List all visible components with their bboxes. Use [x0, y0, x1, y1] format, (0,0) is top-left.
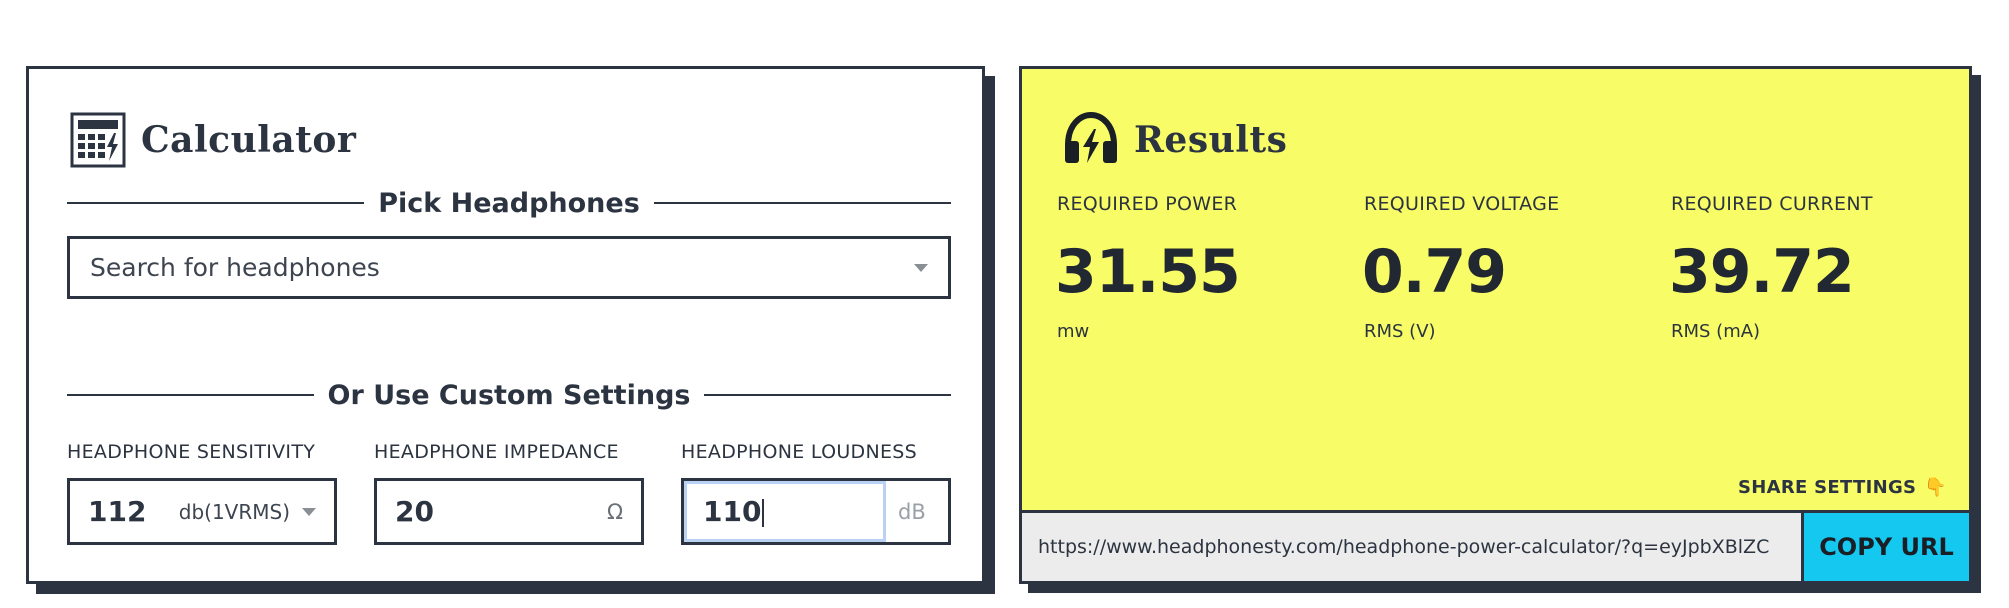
sensitivity-value[interactable]: 112: [88, 495, 179, 528]
headphones-bolt-icon: [1065, 111, 1117, 163]
required-voltage-label: REQUIRED VOLTAGE: [1364, 193, 1560, 215]
results-header: Results: [1062, 111, 1287, 169]
loudness-value[interactable]: 110: [703, 495, 761, 528]
custom-settings-divider: Or Use Custom Settings: [67, 379, 952, 411]
required-voltage-unit: RMS (V): [1364, 321, 1436, 342]
divider-line: [653, 202, 951, 204]
share-settings-label: SHARE SETTINGS: [1737, 477, 1917, 498]
chevron-down-icon[interactable]: [914, 263, 928, 272]
search-placeholder: Search for headphones: [90, 253, 380, 282]
loudness-focused-input[interactable]: 110: [684, 481, 886, 542]
required-power-unit: mw: [1057, 321, 1090, 342]
custom-settings-heading: Or Use Custom Settings: [327, 379, 691, 411]
calculator-header: Calculator: [69, 111, 356, 169]
impedance-value[interactable]: 20: [395, 495, 607, 528]
required-power-value: 31.55: [1055, 237, 1241, 307]
required-current-label: REQUIRED CURRENT: [1671, 193, 1873, 215]
divider-line: [704, 394, 952, 396]
share-url-text[interactable]: https://www.headphonesty.com/headphone-p…: [1038, 536, 1769, 558]
copy-url-button[interactable]: COPY URL: [1801, 513, 1969, 581]
results-card: Results REQUIRED POWER 31.55 mw REQUIRED…: [1019, 66, 1972, 584]
required-current-unit: RMS (mA): [1671, 321, 1761, 342]
impedance-input[interactable]: 20 Ω: [374, 478, 644, 545]
text-cursor: [762, 499, 765, 527]
headphone-search-select[interactable]: Search for headphones: [67, 236, 951, 299]
impedance-unit: Ω: [606, 499, 623, 524]
chevron-down-icon[interactable]: [302, 507, 316, 516]
impedance-label: HEADPHONE IMPEDANCE: [374, 441, 619, 463]
sensitivity-unit-select[interactable]: db(1VRMS): [179, 500, 290, 524]
required-voltage-value: 0.79: [1362, 237, 1507, 307]
share-url-row: https://www.headphonesty.com/headphone-p…: [1022, 510, 1969, 581]
loudness-unit: dB: [898, 499, 926, 524]
results-title: Results: [1134, 119, 1288, 161]
required-power-label: REQUIRED POWER: [1057, 193, 1238, 215]
share-url-field[interactable]: https://www.headphonesty.com/headphone-p…: [1022, 513, 1801, 581]
calculator-icon: [70, 112, 126, 168]
loudness-label: HEADPHONE LOUDNESS: [681, 441, 918, 463]
loudness-input[interactable]: 110 dB: [681, 478, 951, 545]
required-current-value: 39.72: [1669, 237, 1855, 307]
pick-headphones-divider: Pick Headphones: [67, 187, 951, 219]
pick-headphones-heading: Pick Headphones: [378, 187, 640, 219]
divider-line: [67, 202, 365, 204]
sensitivity-label: HEADPHONE SENSITIVITY: [67, 441, 316, 463]
divider-line: [67, 394, 314, 396]
pointing-down-hand-icon: 👇: [1924, 477, 1947, 498]
share-settings: SHARE SETTINGS 👇: [1738, 477, 1947, 498]
calculator-title: Calculator: [141, 119, 357, 161]
calculator-card: Calculator Pick Headphones Search for he…: [26, 66, 985, 584]
sensitivity-input[interactable]: 112 db(1VRMS): [67, 478, 337, 545]
